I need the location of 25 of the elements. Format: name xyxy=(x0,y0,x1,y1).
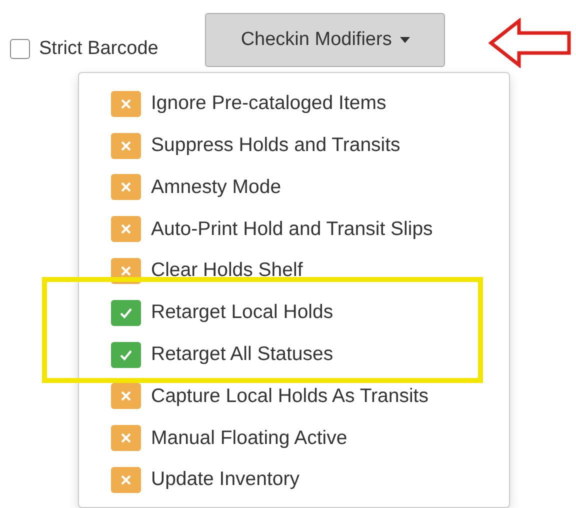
menu-item[interactable]: Retarget Local Holds xyxy=(79,292,509,334)
checkbox-label: Strict Barcode xyxy=(39,37,158,61)
menu-item-label: Amnesty Mode xyxy=(151,174,282,200)
menu-item[interactable]: Retarget All Statuses xyxy=(79,334,509,376)
menu-item-label: Suppress Holds and Transits xyxy=(151,133,400,158)
checkin-modifiers-button[interactable]: Checkin Modifiers xyxy=(205,13,446,67)
menu-item-label: Retarget All Statuses xyxy=(151,342,334,368)
checkbox[interactable] xyxy=(10,39,30,60)
menu-item-label: Clear Holds Shelf xyxy=(151,258,303,284)
caret-icon xyxy=(400,37,410,43)
menu-item[interactable]: Ignore Pre-cataloged Items xyxy=(79,83,509,125)
arrow-icon xyxy=(488,18,572,68)
menu-item[interactable]: Update Inventory xyxy=(79,459,509,501)
menu-item[interactable]: Manual Floating Active xyxy=(79,417,509,460)
menu-item-label: Ignore Pre-cataloged Items xyxy=(151,91,386,116)
menu-item[interactable]: Capture Local Holds As Transits xyxy=(79,376,509,418)
menu-item[interactable]: Auto-Print Hold and Transit Slips xyxy=(79,208,509,250)
menu-item-label: Capture Local Holds As Transits xyxy=(151,384,428,409)
menu-item-label: Manual Floating Active xyxy=(151,426,348,451)
menu-item[interactable]: Clear Holds Shelf xyxy=(79,250,509,292)
menu-item-label: Update Inventory xyxy=(151,467,300,492)
menu-item-label: Retarget Local Holds xyxy=(151,300,334,326)
menu-item[interactable]: Amnesty Mode xyxy=(79,166,509,208)
menu-item-label: Auto-Print Hold and Transit Slips xyxy=(151,216,433,242)
menu-item[interactable]: Suppress Holds and Transits xyxy=(79,124,509,167)
